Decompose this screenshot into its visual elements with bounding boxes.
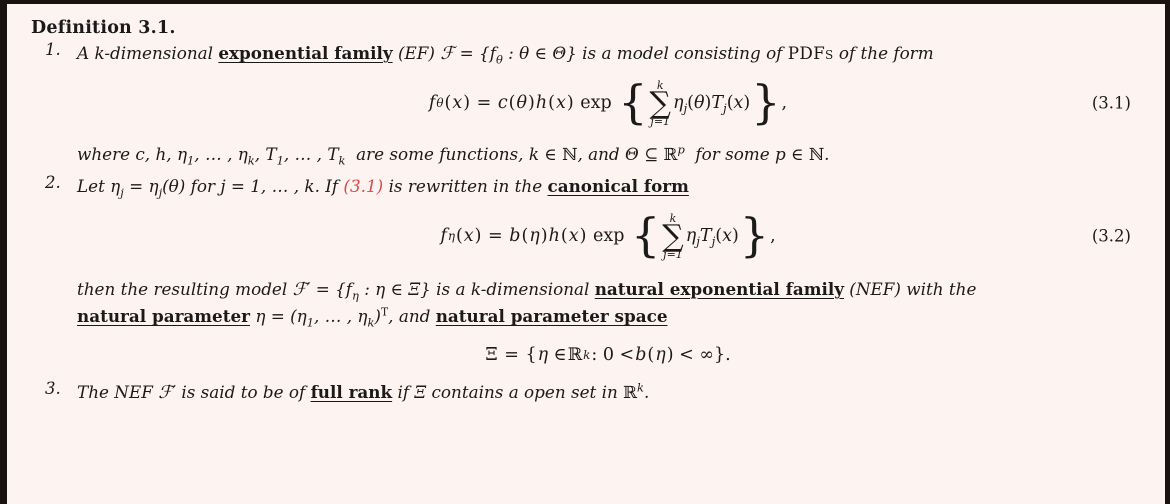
equation-3-2-body: f η(x) = b(η) h(x) exp { k ∑ j=1 ηjTj(x) }… [440,207,776,262]
item-1-math-family-def: ℱ = {fθ : θ ∈ Θ} [440,43,577,67]
equation-3-2-number: (3.2) [1091,226,1131,246]
item-1-text-mid: is a model consisting of [582,43,783,63]
item-1-where-clause: where c, h, η1, … , ηk, T1, … , Tk are s… [77,142,830,167]
item-3-number: 3. [45,379,61,399]
term-natural-exponential-family: natural exponential family [594,278,844,299]
item-3-text-before: The NEF ℱ′ is said to be of [77,382,306,404]
reference-link-3-1[interactable]: (3.1) [343,176,383,196]
item-2-number: 2. [45,172,61,192]
item-2-natural-parameter-math: η = (η1, … , ηk)T, and [255,305,431,330]
item-1-abbrev-ef: (EF) [397,43,435,63]
term-full-rank: full rank [310,382,393,403]
equation-3-1-number: (3.1) [1091,93,1131,113]
item-1-smallcaps-pdfs: PDFs [787,43,834,63]
definition-item-1: 1. A k-dimensional exponential family (E… [31,40,1139,167]
term-exponential-family: exponential family [218,43,393,63]
item-2-resulting-model: then the resulting model ℱ′ = {fη : η ∈ … [77,278,590,303]
summation-symbol-3-1: k ∑ j=1 [649,78,671,128]
equation-3-1-body: f θ(x) = c(θ) h(x) exp { k ∑ j=1 ηj(θ)Tj(x… [428,74,788,129]
summation-symbol-3-2: k ∑ j=1 [662,211,684,261]
term-natural-parameter: natural parameter [77,306,250,327]
definition-title: Definition 3.1. [31,18,176,38]
item-1-line-1: A k-dimensional exponential family (EF) … [77,40,1139,68]
term-natural-parameter-space: natural parameter space [435,306,668,327]
item-1-text-before-term: A k-dimensional [77,43,214,63]
item-2-line-1: Let ηj = ηj(θ) for j = 1, … , k. If (3.1… [77,173,1139,199]
equation-xi-row: Ξ = {η ∈ ℝk : 0 < b(η) < ∞}. [77,345,1139,365]
equation-3-1-row: f θ(x) = c(θ) h(x) exp { k ∑ j=1 ηj(θ)Tj(x… [77,74,1139,129]
item-1-line-2: where c, h, η1, … , ηk, T1, … , Tk are s… [77,141,1139,167]
definition-block: Definition 3.1. 1. A k-dimensional expon… [0,0,1170,504]
item-1-text-after: of the form [838,43,934,63]
definition-content: Definition 3.1. 1. A k-dimensional expon… [7,4,1165,504]
item-2-line-3: natural parameter η = (η1, … , ηk)T, and… [77,303,1139,329]
definition-item-3: 3. The NEF ℱ′ is said to be of full rank… [31,379,1139,407]
item-3-line-1: The NEF ℱ′ is said to be of full rank if… [77,379,1139,407]
definition-item-2: 2. Let ηj = ηj(θ) for j = 1, … , k. If (… [31,173,1139,366]
term-canonical-form: canonical form [547,175,689,196]
definition-items-list: 1. A k-dimensional exponential family (E… [31,40,1139,407]
item-1-number: 1. [45,40,61,59]
item-2-abbrev-nef: (NEF) with the [849,278,977,299]
item-2-text-before: Let ηj = ηj(θ) for j = 1, … , k. If [77,175,339,199]
item-2-text-middle: is rewritten in the [388,175,543,196]
equation-3-2-row: f η(x) = b(η) h(x) exp { k ∑ j=1 ηjTj(x) }… [77,207,1139,262]
equation-xi-body: Ξ = {η ∈ ℝk : 0 < b(η) < ∞}. [485,345,731,366]
item-2-line-2: then the resulting model ℱ′ = {fη : η ∈ … [77,276,1139,304]
item-3-text-after: if Ξ contains a open set in ℝk. [397,380,650,403]
